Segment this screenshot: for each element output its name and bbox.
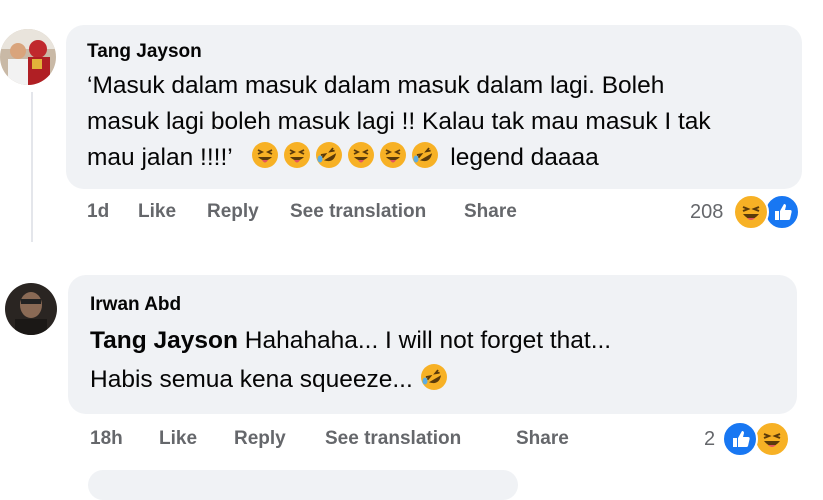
avatar[interactable] <box>5 283 57 335</box>
comment-author[interactable]: Irwan Abd <box>90 294 181 316</box>
reply-button[interactable]: Reply <box>207 201 259 223</box>
see-translation-button[interactable]: See translation <box>290 201 426 223</box>
mention-link[interactable]: Tang Jayson <box>90 327 238 354</box>
like-button[interactable]: Like <box>138 201 176 223</box>
comment-text-line: Habis semua kena squeeze... <box>90 362 452 398</box>
rolling-laugh-emoji <box>411 141 439 169</box>
rolling-laugh-emoji <box>315 141 343 169</box>
like-icon <box>764 194 800 230</box>
comment-text-line: ‘Masuk dalam masuk dalam masuk dalam lag… <box>87 72 665 99</box>
comment-text-segment: Hahahaha... I will not forget that... <box>237 327 612 354</box>
comment-text-line: masuk lagi boleh masuk lagi !! Kalau tak… <box>87 108 711 135</box>
reaction-count[interactable]: 2 <box>704 428 715 451</box>
like-button[interactable]: Like <box>159 428 197 450</box>
comment-text-segment: legend daaaa <box>450 144 599 171</box>
thread-line <box>31 92 33 242</box>
comment-actions: 1d Like Reply See translation Share <box>87 201 587 225</box>
share-button[interactable]: Share <box>464 201 517 223</box>
reply-button[interactable]: Reply <box>234 428 286 450</box>
haha-icon <box>733 194 769 230</box>
squint-tongue-emoji <box>347 141 375 169</box>
comment-text-line: mau jalan !!!!’ legend daaaa <box>87 140 599 176</box>
share-button[interactable]: Share <box>516 428 569 450</box>
haha-icon <box>754 421 790 457</box>
comment-text-segment: Habis semua kena squeeze... <box>90 366 413 393</box>
see-translation-button[interactable]: See translation <box>325 428 461 450</box>
squint-tongue-emoji <box>251 141 279 169</box>
comment-author[interactable]: Tang Jayson <box>87 41 202 63</box>
squint-tongue-emoji <box>283 141 311 169</box>
squint-tongue-emoji <box>379 141 407 169</box>
avatar[interactable] <box>0 29 56 85</box>
rolling-laugh-emoji <box>420 363 448 391</box>
comment-text-segment: mau jalan !!!!’ <box>87 144 232 171</box>
comment-text-line: Tang Jayson Hahahaha... I will not forge… <box>90 323 611 359</box>
comment-timestamp[interactable]: 18h <box>90 428 123 450</box>
comment-actions: 18h Like Reply See translation Share <box>90 428 610 452</box>
comment-timestamp[interactable]: 1d <box>87 201 109 223</box>
reaction-count[interactable]: 208 <box>690 201 723 224</box>
like-icon <box>722 421 758 457</box>
next-comment-bubble <box>88 470 518 500</box>
